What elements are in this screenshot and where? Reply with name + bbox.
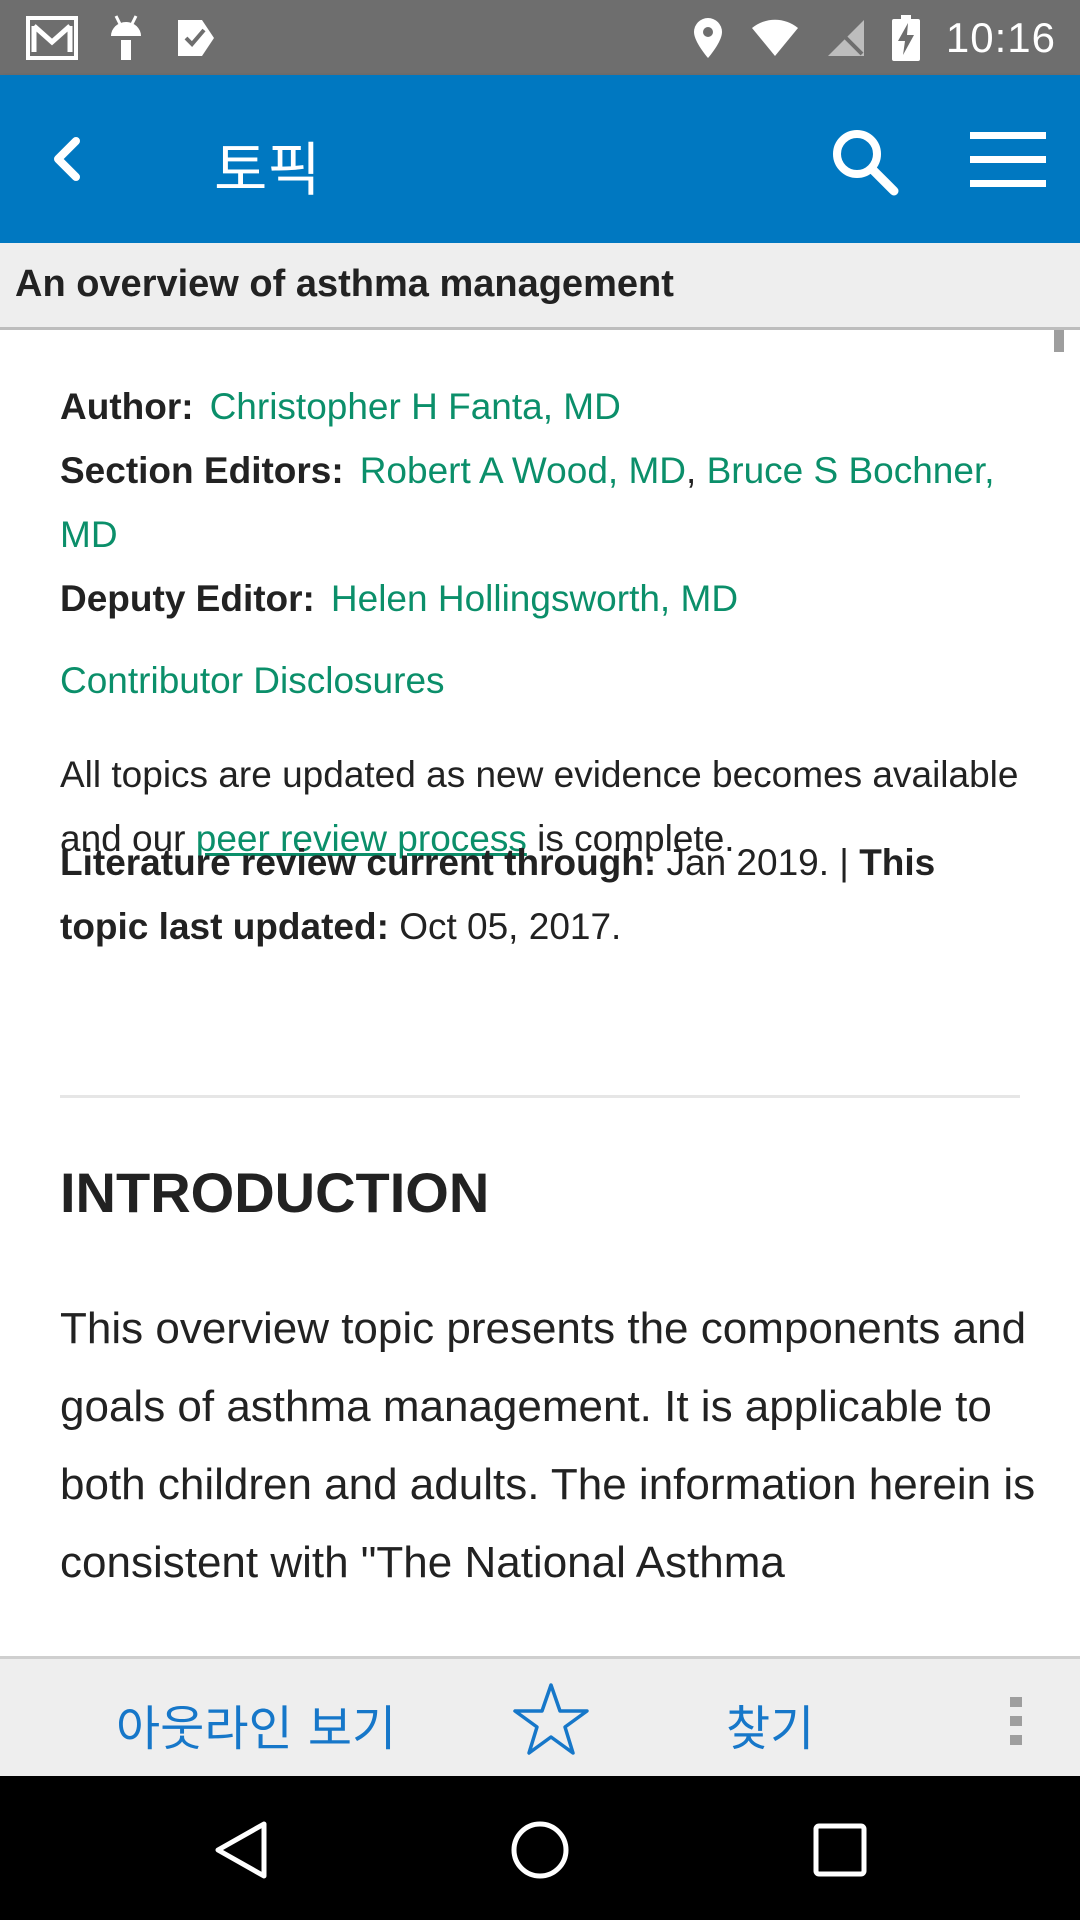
deputy-editor-link[interactable]: Helen Hollingsworth, MD <box>331 578 738 619</box>
wifi-icon <box>751 19 798 56</box>
section-editor-separator: , <box>686 450 697 491</box>
nav-recents-button[interactable] <box>810 1820 870 1880</box>
section-editor-link-1[interactable]: Robert A Wood, MD <box>360 450 686 491</box>
no-sim-icon <box>827 20 864 56</box>
search-icon <box>833 130 899 196</box>
lit-review-value: Jan 2019. | <box>666 842 849 883</box>
literature-review-info: Literature review current through: Jan 2… <box>60 831 1020 959</box>
menu-icon <box>970 132 1046 187</box>
play-store-icon <box>178 20 214 56</box>
introduction-body: This overview topic presents the compone… <box>60 1304 1036 1587</box>
favorite-button[interactable] <box>512 1681 590 1757</box>
section-editors-line: Section Editors: Robert A Wood, MD, Bruce… <box>60 439 1040 567</box>
navigation-bar <box>0 1776 1080 1920</box>
more-options-button[interactable] <box>1002 1695 1030 1747</box>
introduction-heading: INTRODUCTION <box>60 1161 490 1224</box>
location-icon <box>693 18 722 58</box>
bottom-toolbar: 아웃라인 보기 찾기 <box>0 1656 1080 1779</box>
scrollbar-thumb[interactable] <box>1054 330 1064 352</box>
author-label: Author: <box>60 386 194 427</box>
back-icon <box>54 137 80 181</box>
outline-view-button[interactable]: 아웃라인 보기 <box>116 1689 396 1759</box>
nav-home-icon <box>511 1821 569 1879</box>
android-debug-icon <box>111 15 141 60</box>
lit-review-label: Literature review current through: <box>60 842 657 883</box>
deputy-editor-line: Deputy Editor: Helen Hollingsworth, MD <box>60 567 1020 631</box>
nav-recents-icon <box>813 1823 867 1877</box>
section-editors-label: Section Editors: <box>60 450 344 491</box>
status-bar: 10:16 <box>0 0 1080 75</box>
nav-home-button[interactable] <box>508 1818 572 1882</box>
contributor-disclosures-link[interactable]: Contributor Disclosures <box>60 660 445 702</box>
battery-charging-icon <box>891 15 920 61</box>
gmail-icon <box>26 16 78 60</box>
menu-button[interactable] <box>968 130 1048 190</box>
status-time: 10:16 <box>945 14 1056 61</box>
back-button[interactable] <box>40 127 100 191</box>
app-title: 토픽 <box>214 136 321 204</box>
find-button[interactable]: 찾기 <box>726 1689 814 1759</box>
author-link[interactable]: Christopher H Fanta, MD <box>210 386 621 427</box>
topic-header: An overview of asthma management <box>0 243 1080 330</box>
deputy-editor-label: Deputy Editor: <box>60 578 315 619</box>
more-vert-icon <box>1010 1697 1022 1745</box>
author-line: Author: Christopher H Fanta, MD <box>60 375 1020 439</box>
nav-back-button[interactable] <box>210 1818 274 1882</box>
last-updated-value: Oct 05, 2017. <box>399 906 622 947</box>
star-icon <box>513 1683 589 1755</box>
search-button[interactable] <box>830 127 900 197</box>
topic-title: An overview of asthma management <box>15 263 674 305</box>
app-bar: 토픽 <box>0 75 1080 243</box>
section-divider <box>60 1095 1020 1098</box>
nav-back-icon <box>215 1821 267 1879</box>
